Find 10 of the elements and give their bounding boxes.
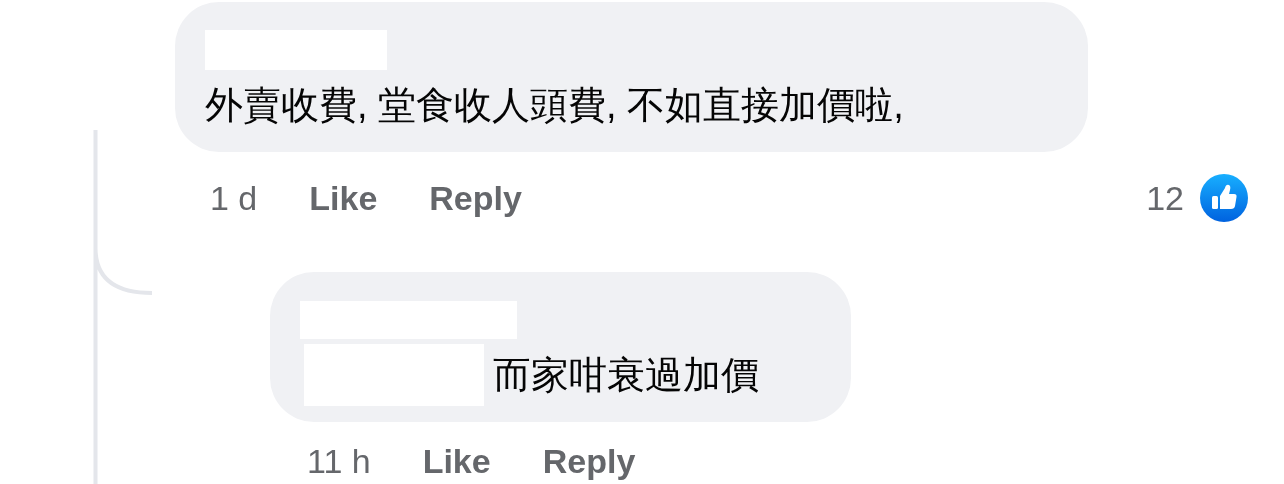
reaction-count: 12 [1146, 181, 1184, 215]
like-link[interactable]: Like [422, 444, 491, 478]
comment-time: 11 h [307, 444, 371, 478]
reply-link[interactable]: Reply [542, 444, 636, 478]
reply-link[interactable]: Reply [429, 181, 522, 215]
comment-time: 1 d [210, 181, 258, 215]
comment-text: 外賣收費, 堂食收人頭費, 不如直接加價啦, [205, 86, 905, 124]
comment-text: 而家咁衰過加價 [493, 356, 759, 394]
like-link[interactable]: Like [309, 181, 378, 215]
thumbs-up-icon [1200, 174, 1248, 222]
